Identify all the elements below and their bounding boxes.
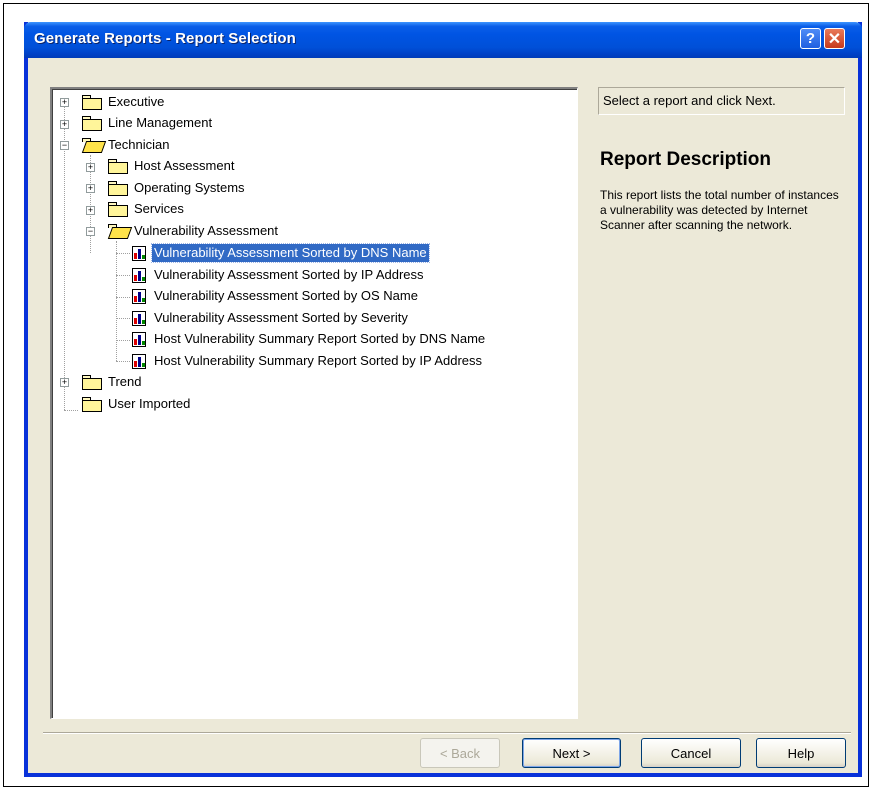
- tree-item-technician[interactable]: Technician: [82, 135, 171, 155]
- collapse-icon[interactable]: −: [86, 227, 95, 236]
- expand-icon[interactable]: +: [60, 98, 69, 107]
- tree-item-report[interactable]: Host Vulnerability Summary Report Sorted…: [132, 329, 487, 349]
- report-tree[interactable]: + Executive + Line Management − Technici…: [50, 87, 578, 719]
- expand-icon[interactable]: +: [60, 120, 69, 129]
- tree-item-services[interactable]: Services: [108, 199, 186, 219]
- folder-icon: [82, 374, 102, 390]
- tree-item-label: Operating Systems: [134, 180, 245, 195]
- tree-item-report[interactable]: Vulnerability Assessment Sorted by Sever…: [132, 308, 410, 328]
- report-icon: [132, 267, 146, 283]
- folder-icon: [82, 396, 102, 412]
- tree-item-label: Host Vulnerability Summary Report Sorted…: [154, 331, 486, 346]
- report-icon: [132, 245, 146, 261]
- folder-icon: [108, 201, 128, 217]
- tree-item-label: Vulnerability Assessment Sorted by IP Ad…: [154, 267, 424, 282]
- expand-icon[interactable]: +: [86, 163, 95, 172]
- close-icon[interactable]: ✕: [824, 28, 845, 49]
- back-button[interactable]: < Back: [420, 738, 500, 768]
- next-button[interactable]: Next >: [522, 738, 621, 768]
- expand-icon[interactable]: +: [60, 378, 69, 387]
- description-body: This report lists the total number of in…: [600, 188, 839, 232]
- tree-item-user-imported[interactable]: User Imported: [82, 394, 192, 414]
- tree-item-label: Host Vulnerability Summary Report Sorted…: [154, 353, 483, 368]
- tree-item-label: User Imported: [108, 396, 191, 411]
- report-icon: [132, 288, 146, 304]
- tree-item-report[interactable]: Host Vulnerability Summary Report Sorted…: [132, 351, 484, 371]
- tree-item-label: Trend: [108, 374, 142, 389]
- tree-item-trend[interactable]: Trend: [82, 372, 143, 392]
- open-folder-icon: [82, 137, 102, 153]
- expand-icon[interactable]: +: [86, 184, 95, 193]
- help-icon[interactable]: ?: [800, 28, 821, 49]
- cancel-button[interactable]: Cancel: [641, 738, 741, 768]
- expand-icon[interactable]: +: [86, 206, 95, 215]
- tree-item-label: Vulnerability Assessment Sorted by OS Na…: [154, 288, 418, 303]
- tree-line: [64, 410, 78, 411]
- tree-item-line-management[interactable]: Line Management: [82, 113, 214, 133]
- window-title: Generate Reports - Report Selection: [34, 30, 296, 47]
- tree-item-label: Technician: [108, 137, 170, 152]
- tree-line: [116, 275, 130, 276]
- tree-line: [116, 241, 117, 361]
- open-folder-icon: [108, 223, 128, 239]
- folder-icon: [108, 158, 128, 174]
- folder-icon: [82, 115, 102, 131]
- tree-line: [116, 361, 130, 362]
- tree-item-label: Vulnerability Assessment Sorted by DNS N…: [151, 243, 430, 263]
- report-icon: [132, 353, 146, 369]
- tree-item-label: Vulnerability Assessment: [134, 223, 279, 238]
- description-title: Report Description: [600, 149, 772, 170]
- tree-item-vulnerability-assessment[interactable]: Vulnerability Assessment: [108, 221, 280, 241]
- tree-line: [116, 318, 130, 319]
- divider: [43, 732, 851, 734]
- help-button[interactable]: Help: [756, 738, 846, 768]
- folder-icon: [108, 180, 128, 196]
- hint-text: Select a report and click Next.: [598, 87, 845, 115]
- tree-line: [116, 340, 130, 341]
- title-bar[interactable]: Generate Reports - Report Selection ? ✕: [24, 22, 862, 58]
- report-icon: [132, 331, 146, 347]
- tree-item-operating-systems[interactable]: Operating Systems: [108, 178, 247, 198]
- tree-item-label: Host Assessment: [134, 158, 235, 173]
- dialog-window: Generate Reports - Report Selection ? ✕ …: [24, 22, 862, 777]
- folder-icon: [82, 94, 102, 110]
- tree-item-label: Services: [134, 201, 184, 216]
- tree-item-report[interactable]: Vulnerability Assessment Sorted by DNS N…: [132, 243, 430, 263]
- collapse-icon[interactable]: −: [60, 141, 69, 150]
- tree-item-report[interactable]: Vulnerability Assessment Sorted by OS Na…: [132, 286, 420, 306]
- tree-line: [116, 253, 130, 254]
- tree-item-executive[interactable]: Executive: [82, 92, 166, 112]
- tree-item-report[interactable]: Vulnerability Assessment Sorted by IP Ad…: [132, 265, 426, 285]
- tree-item-label: Vulnerability Assessment Sorted by Sever…: [154, 310, 408, 325]
- tree-item-label: Line Management: [108, 115, 213, 130]
- tree-line: [116, 297, 130, 298]
- tree-item-label: Executive: [108, 94, 165, 109]
- report-icon: [132, 310, 146, 326]
- tree-item-host-assessment[interactable]: Host Assessment: [108, 156, 236, 176]
